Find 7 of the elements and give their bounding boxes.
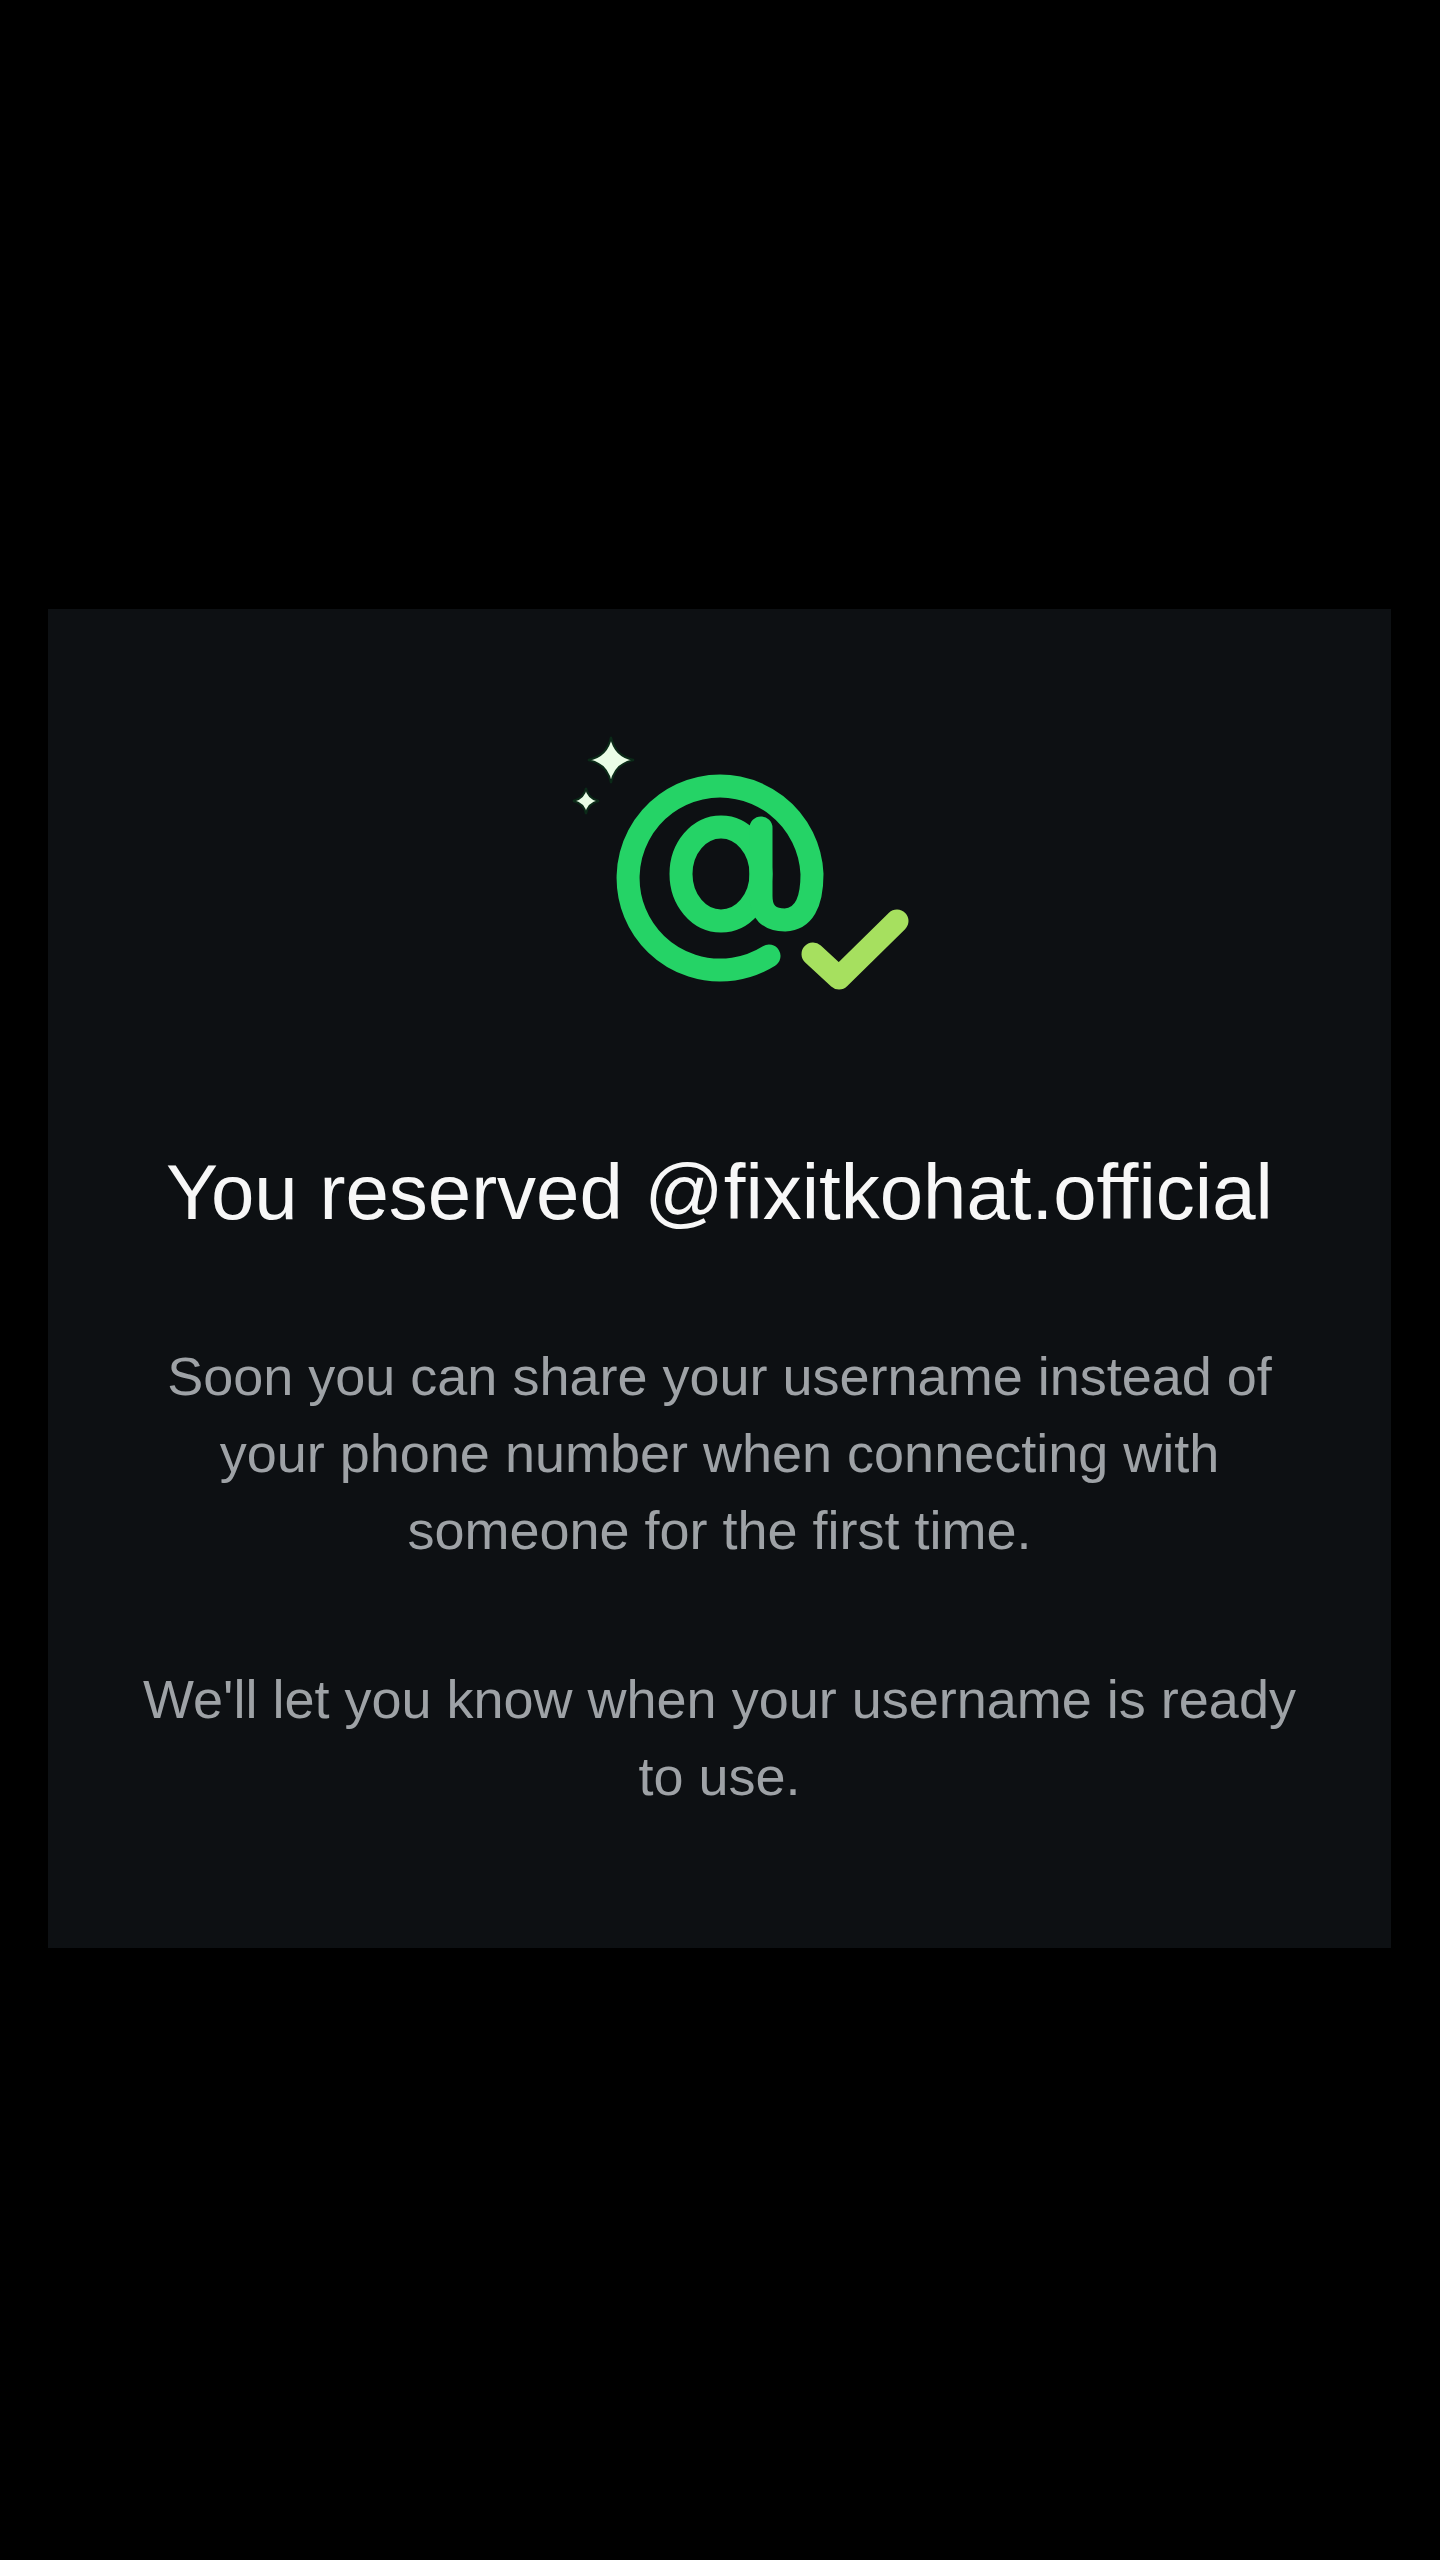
info-paragraph: We'll let you know when your username is ready to use. [142, 1668, 1297, 1808]
info-paragraph: Soon you can share your username instead of your phone number when connecting with someone for the first time. [166, 1345, 1273, 1562]
at-sign-icon [616, 774, 823, 982]
sparkle-icon [571, 787, 600, 815]
sparkle-icon [586, 736, 635, 784]
dialog-title: You reserved @fixitkohat.official [166, 1147, 1273, 1237]
checkmark-icon [801, 909, 908, 990]
